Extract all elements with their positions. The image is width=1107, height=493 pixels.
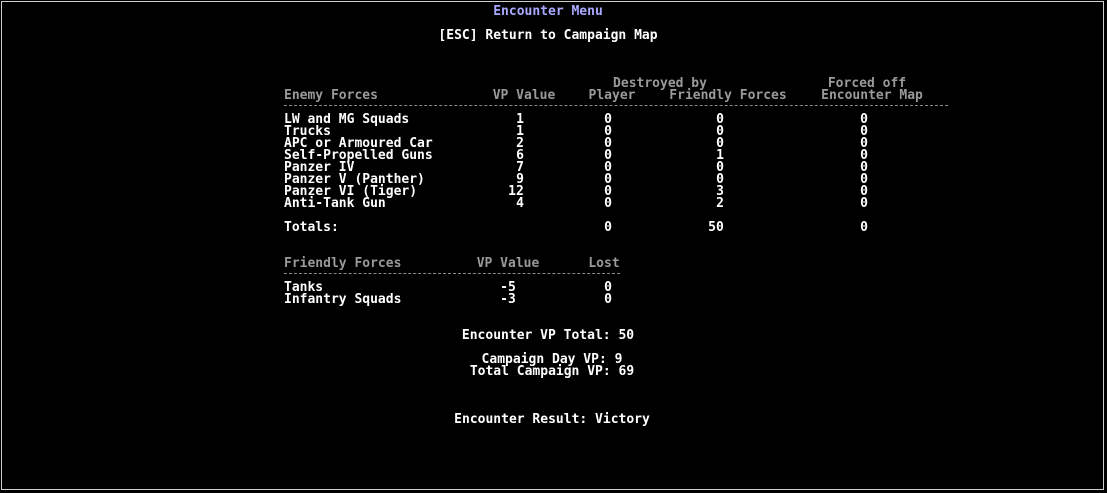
- table-row-vp: -3: [500, 292, 516, 307]
- col-lost: Lost: [588, 256, 620, 271]
- totals-forced: 0: [860, 220, 868, 235]
- totals-label: Totals:: [284, 220, 339, 235]
- total-campaign-vp: Total Campaign VP: 69: [469, 364, 635, 379]
- col-friendly-forces: Friendly Forces: [669, 88, 787, 103]
- table-row-player: 0: [604, 196, 612, 211]
- friendly-table-rule: [284, 273, 620, 274]
- table-row-name: Anti-Tank Gun: [284, 196, 386, 211]
- enemy-table-rule: [284, 105, 948, 106]
- totals-friendly: 50: [708, 220, 724, 235]
- table-row-friendly: 2: [716, 196, 724, 211]
- col-enemy-forces: Enemy Forces: [284, 88, 378, 103]
- encounter-vp-total: Encounter VP Total: 50: [461, 328, 635, 343]
- col-encounter-map: Encounter Map: [821, 88, 923, 103]
- col-player: Player: [588, 88, 636, 103]
- table-row-forced: 0: [860, 196, 868, 211]
- col-friendly-forces-name: Friendly Forces: [284, 256, 402, 271]
- col-vp-value: VP Value: [492, 88, 556, 103]
- table-row-lost: 0: [604, 292, 612, 307]
- encounter-result: Encounter Result: Victory: [454, 412, 650, 427]
- table-row-vp: 4: [516, 196, 524, 211]
- totals-player: 0: [604, 220, 612, 235]
- esc-return-option[interactable]: [ESC] Return to Campaign Map: [438, 29, 657, 42]
- col-friendly-vp-value: VP Value: [476, 256, 540, 271]
- table-row-name: Infantry Squads: [284, 292, 402, 307]
- menu-title: Encounter Menu: [493, 4, 603, 19]
